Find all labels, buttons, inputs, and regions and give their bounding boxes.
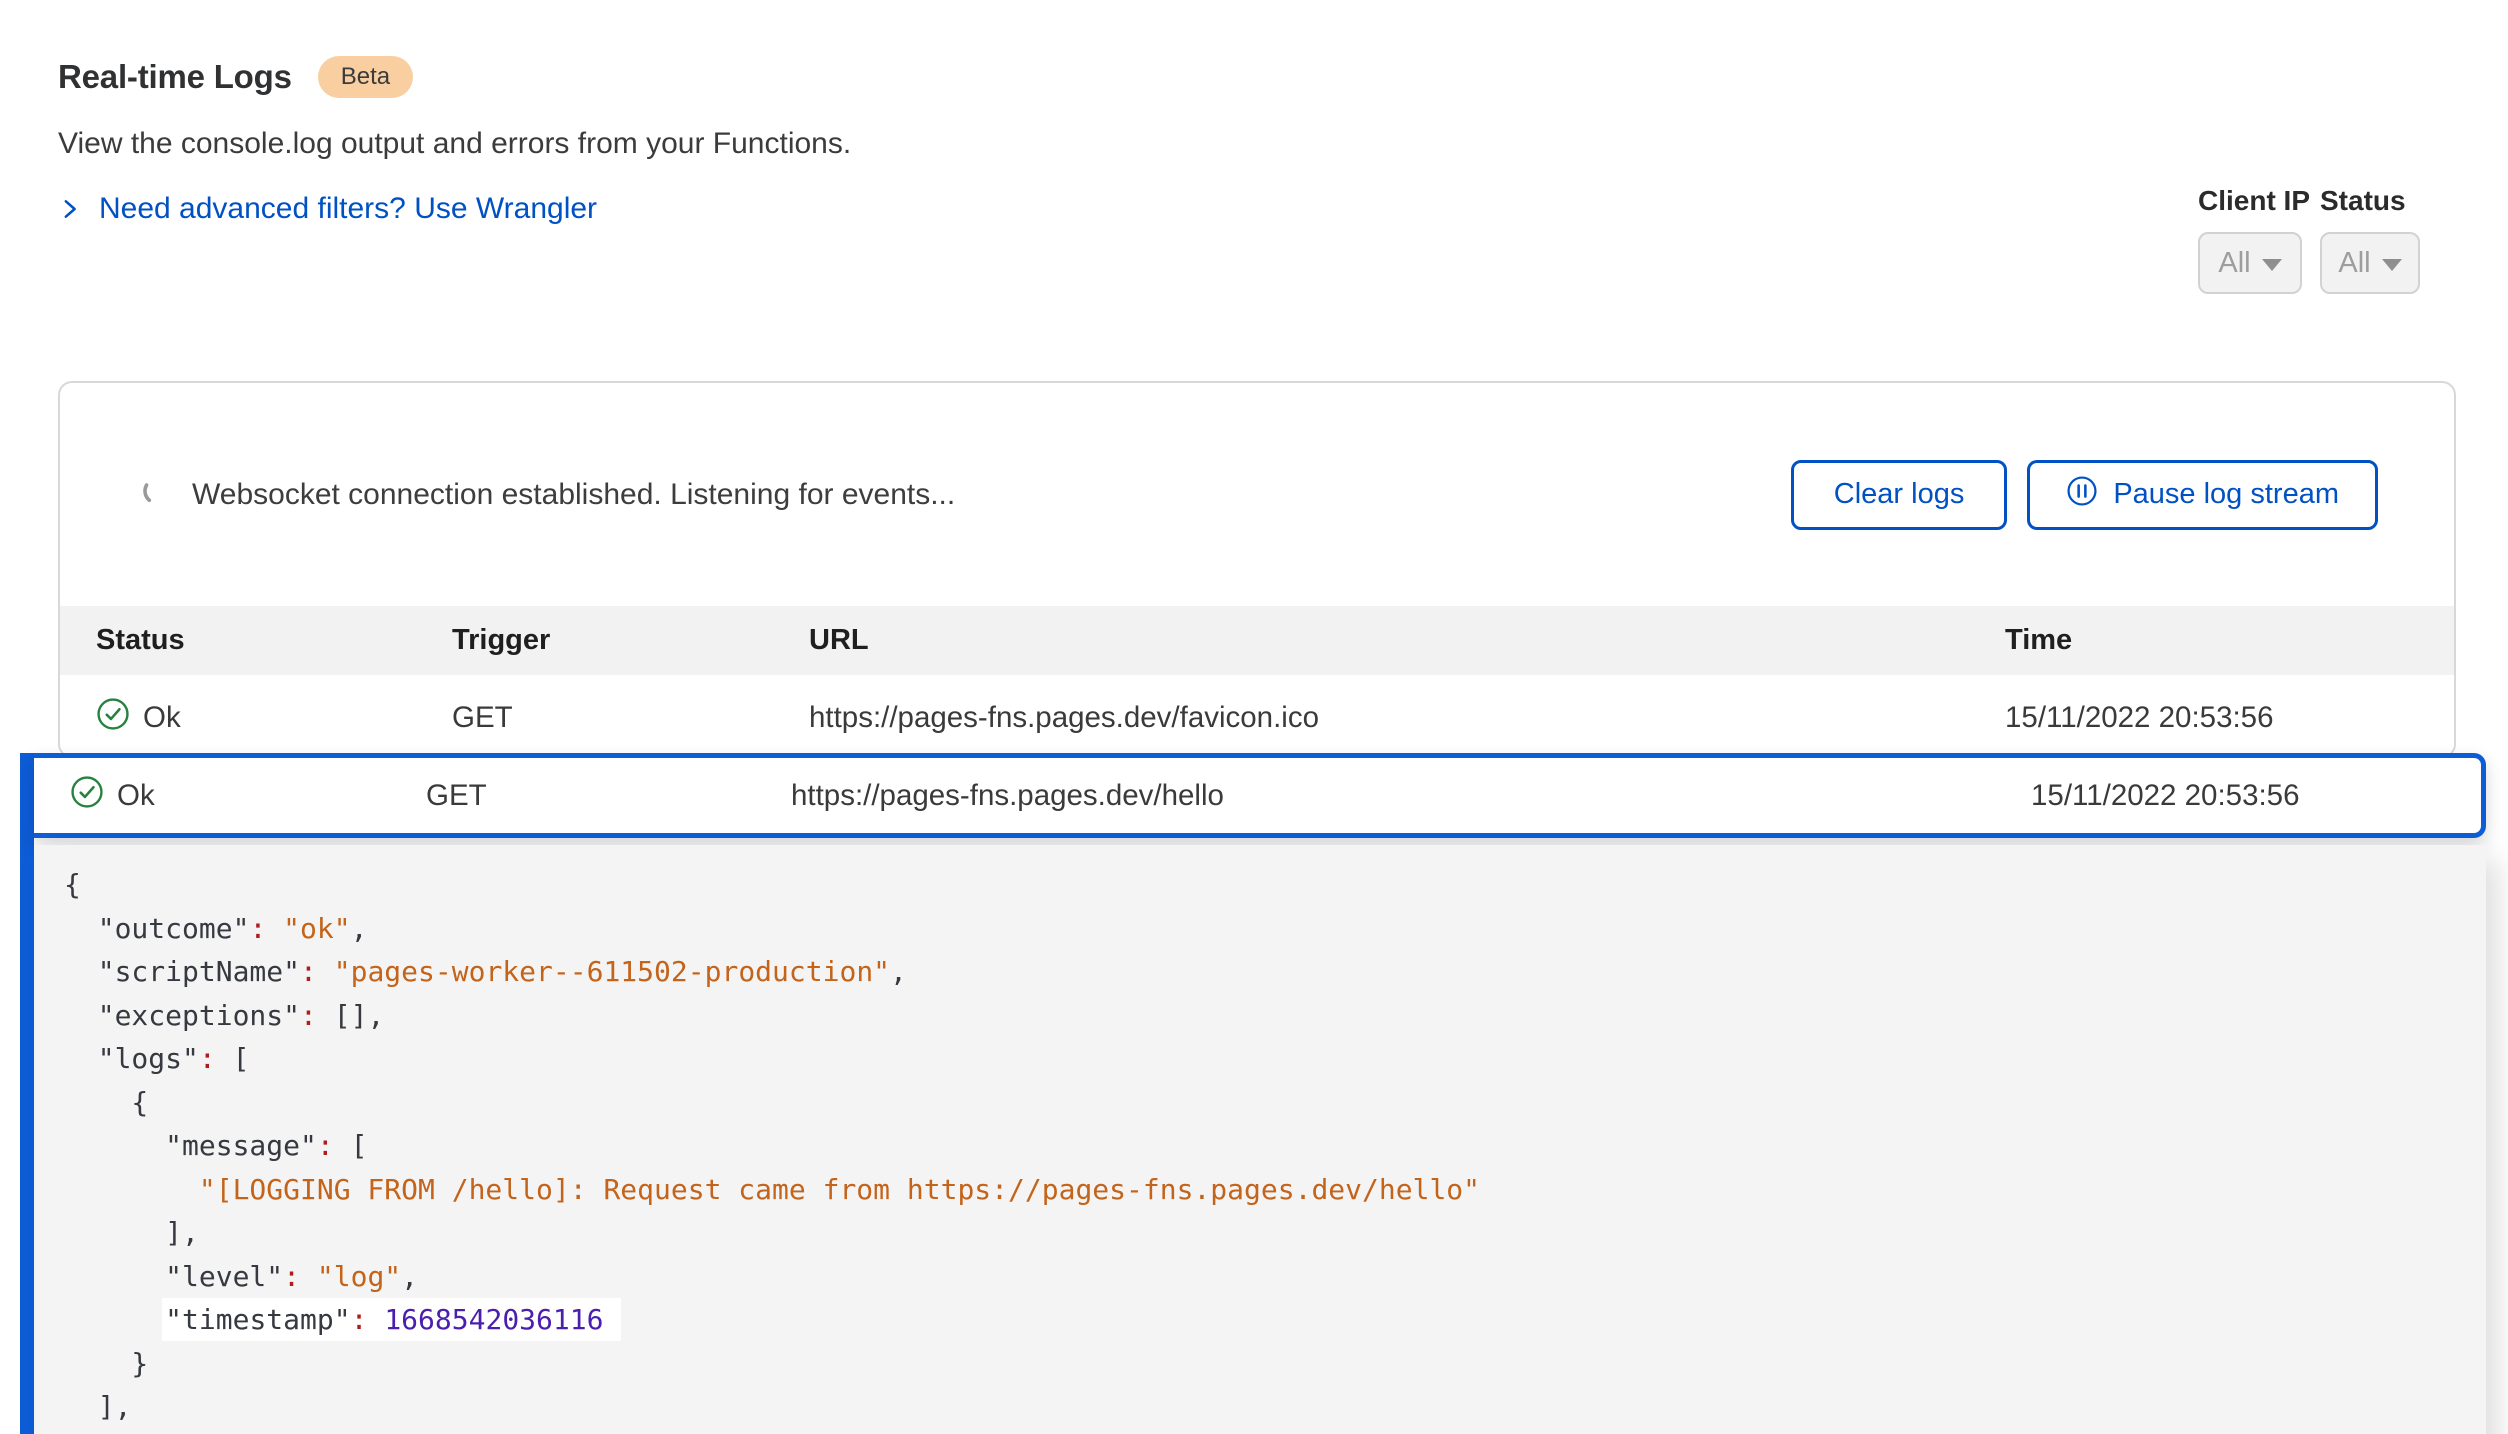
column-header-url: URL	[809, 624, 2005, 657]
log-table-row[interactable]: Ok GET https://pages-fns.pages.dev/favic…	[60, 675, 2454, 758]
page-header: Real-time Logs Beta	[58, 56, 413, 98]
pause-button-label: Pause log stream	[2113, 478, 2339, 511]
status-filter-value: All	[2338, 247, 2370, 280]
beta-badge: Beta	[318, 56, 413, 98]
stream-toolbar: Websocket connection established. Listen…	[60, 383, 2454, 606]
time-cell: 15/11/2022 20:53:56	[2031, 779, 2481, 813]
column-header-status: Status	[96, 624, 452, 657]
column-header-time: Time	[2005, 624, 2454, 657]
trigger-cell: GET	[452, 701, 809, 735]
spinner-icon	[142, 476, 172, 514]
status-value: Ok	[143, 701, 181, 735]
realtime-logs-page: Real-time Logs Beta View the console.log…	[0, 0, 2508, 1434]
time-cell: 15/11/2022 20:53:56	[2005, 701, 2454, 735]
check-circle-icon	[70, 775, 104, 817]
stream-status: Websocket connection established. Listen…	[142, 476, 955, 514]
wrangler-link-label: Need advanced filters? Use Wrangler	[99, 192, 597, 226]
log-entry-detail-panel: { "outcome": "ok", "scriptName": "pages-…	[34, 845, 2486, 1434]
chevron-right-icon	[56, 195, 84, 223]
trigger-cell: GET	[426, 779, 791, 813]
status-cell: Ok	[96, 697, 452, 739]
status-cell: Ok	[70, 775, 426, 817]
caret-down-icon	[2382, 259, 2402, 271]
status-filter-dropdown[interactable]: All	[2320, 232, 2420, 294]
client-ip-filter-label: Client IP	[2198, 185, 2302, 217]
client-ip-filter-dropdown[interactable]: All	[2198, 232, 2302, 294]
client-ip-filter-value: All	[2218, 247, 2250, 280]
status-filter: Status All	[2320, 185, 2420, 294]
stream-actions: Clear logs Pause log stream	[1791, 460, 2378, 530]
status-value: Ok	[117, 779, 155, 813]
log-stream-card: Websocket connection established. Listen…	[58, 381, 2456, 758]
log-table-row-selected[interactable]: Ok GET https://pages-fns.pages.dev/hello…	[34, 753, 2486, 838]
log-json-output: { "outcome": "ok", "scriptName": "pages-…	[64, 863, 2462, 1429]
expanded-log-entry: Ok GET https://pages-fns.pages.dev/hello…	[20, 753, 2486, 1434]
caret-down-icon	[2262, 259, 2282, 271]
page-title: Real-time Logs	[58, 58, 292, 96]
log-table-header: Status Trigger URL Time	[60, 606, 2454, 675]
clear-logs-button[interactable]: Clear logs	[1791, 460, 2008, 530]
url-cell: https://pages-fns.pages.dev/hello	[791, 779, 2031, 813]
url-cell: https://pages-fns.pages.dev/favicon.ico	[809, 701, 2005, 735]
pause-log-stream-button[interactable]: Pause log stream	[2027, 460, 2378, 530]
stream-status-message: Websocket connection established. Listen…	[192, 478, 955, 512]
check-circle-icon	[96, 697, 130, 739]
status-filter-label: Status	[2320, 185, 2420, 217]
pause-circle-icon	[2066, 475, 2098, 515]
page-description: View the console.log output and errors f…	[58, 127, 851, 161]
column-header-trigger: Trigger	[452, 624, 809, 657]
client-ip-filter: Client IP All	[2198, 185, 2302, 294]
wrangler-filters-link[interactable]: Need advanced filters? Use Wrangler	[56, 192, 597, 226]
